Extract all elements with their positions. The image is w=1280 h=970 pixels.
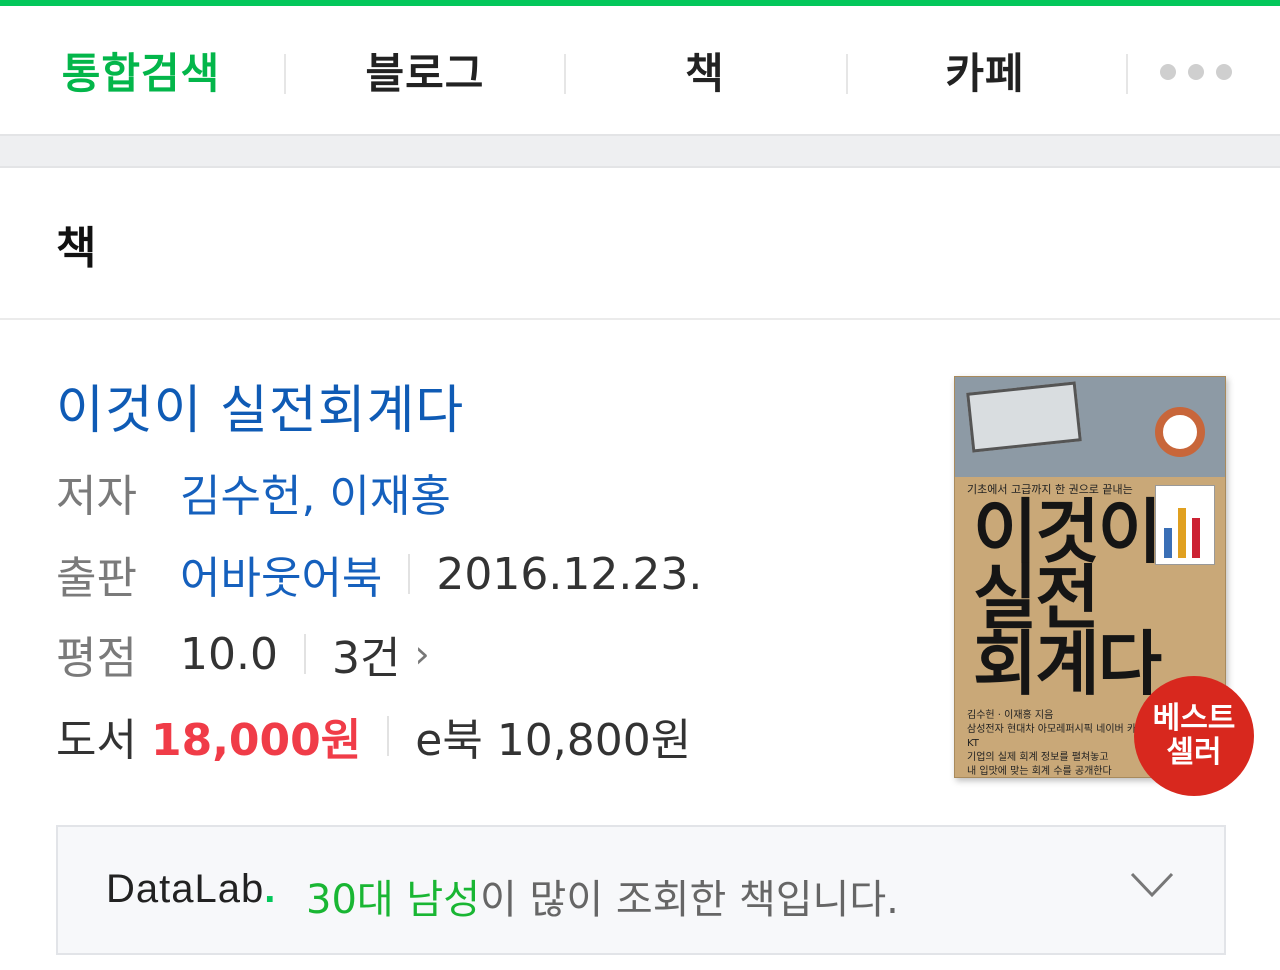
tab-separator — [284, 54, 286, 94]
section-title: 책 — [56, 223, 97, 274]
price-label: 도서 — [56, 715, 137, 766]
chevron-right-icon[interactable]: › — [414, 632, 429, 676]
tab-cafe[interactable]: 카페 — [920, 6, 1050, 134]
publisher-row: 출판 어바웃어북 2016.12.23. — [56, 542, 702, 606]
divider — [387, 716, 390, 756]
bestseller-badge: 베스트 셀러 — [1134, 676, 1254, 796]
cover-author: 김수헌 · 이재홍 지음 — [967, 710, 1054, 721]
tab-book[interactable]: 책 — [640, 6, 770, 134]
cover-title-line: 실전 — [973, 557, 1100, 639]
cover-title-line: 이것이 — [973, 491, 1162, 573]
datalab-message: 30대 남성이 많이 조회한 책입니다. — [306, 867, 899, 925]
rating-label: 평점 — [56, 633, 137, 684]
tab-integrated-search[interactable]: 통합검색 — [56, 6, 226, 134]
more-dots-icon[interactable] — [1160, 64, 1232, 80]
datalab-logo-text: DataLab — [106, 867, 265, 911]
author-link[interactable]: 김수헌, 이재홍 — [180, 460, 451, 524]
publish-date: 2016.12.23. — [436, 548, 703, 600]
badge-line: 셀러 — [1166, 735, 1222, 770]
laptop-graphic — [966, 381, 1082, 453]
cover-chart-graphic — [1155, 485, 1215, 565]
datalab-text: 이 많이 조회한 책입니다. — [480, 877, 899, 923]
cover-blurb-line: 내 입맛에 맞는 회계 수를 공개한다 — [967, 766, 1112, 777]
badge-line: 베스트 — [1152, 701, 1236, 736]
divider — [303, 634, 306, 674]
author-label: 저자 — [56, 471, 137, 522]
search-tabs: 통합검색 블로그 책 카페 — [0, 6, 1280, 134]
ebook-price: 10,800원 — [496, 715, 692, 766]
rating-value: 10.0 — [180, 628, 278, 680]
review-count-link[interactable]: 3건 — [332, 622, 400, 686]
cover-title: 이것이 실전 회계다 — [973, 491, 1162, 705]
publisher-label: 출판 — [56, 553, 137, 604]
cover-blurb-line: 기업의 실제 회계 정보를 펼쳐놓고 — [967, 752, 1109, 763]
cover-illustration — [955, 377, 1225, 477]
section-divider — [0, 134, 1280, 168]
tab-separator — [1126, 54, 1128, 94]
book-title-link[interactable]: 이것이 실전회계다 — [56, 368, 464, 443]
author-row: 저자 김수헌, 이재홍 — [56, 460, 451, 524]
rating-row: 평점 10.0 3건 › — [56, 622, 430, 686]
tab-separator — [846, 54, 848, 94]
cover-title-line: 회계다 — [973, 623, 1162, 705]
coffee-cup-graphic — [1155, 407, 1205, 457]
divider — [408, 554, 411, 594]
datalab-highlight: 30대 남성 — [306, 877, 481, 923]
cover-blurb: 김수헌 · 이재홍 지음 삼성전자 현대차 아모레퍼시픽 네이버 카카오 KT … — [967, 709, 1157, 777]
tab-separator — [564, 54, 566, 94]
publisher-link[interactable]: 어바웃어북 — [180, 542, 382, 606]
cover-blurb-line: 삼성전자 현대차 아모레퍼시픽 네이버 카카오 KT — [967, 724, 1155, 749]
datalab-logo: DataLab. — [106, 867, 276, 912]
dot — [1188, 64, 1204, 80]
book-price: 18,000원 — [150, 715, 362, 766]
section-header: 책 — [0, 168, 1280, 320]
chevron-down-icon[interactable] — [1130, 871, 1174, 899]
datalab-banner[interactable]: DataLab. 30대 남성이 많이 조회한 책입니다. — [56, 825, 1226, 955]
datalab-logo-dot: . — [264, 867, 277, 911]
tab-blog[interactable]: 블로그 — [340, 6, 510, 134]
dot — [1160, 64, 1176, 80]
price-row: 도서 18,000원 e북 10,800원 — [56, 704, 691, 768]
dot — [1216, 64, 1232, 80]
ebook-label: e북 — [415, 715, 483, 766]
